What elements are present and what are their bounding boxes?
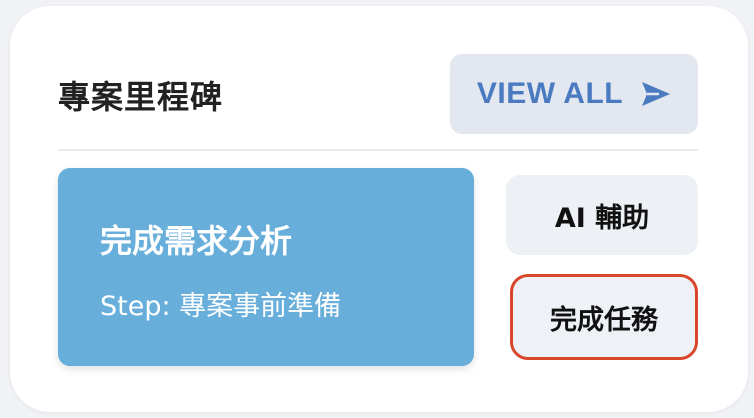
milestone-step: Step: 專案事前準備 xyxy=(100,291,342,322)
milestones-card: 專案里程碑 VIEW ALL 完成需求分析 Step: 專案事前準備 AI 輔助… xyxy=(10,6,748,412)
divider xyxy=(58,149,698,151)
ai-assist-button[interactable]: AI 輔助 xyxy=(506,175,698,255)
page-title: 專案里程碑 xyxy=(58,78,224,116)
complete-task-button[interactable]: 完成任務 xyxy=(510,274,698,360)
view-all-label: VIEW ALL xyxy=(476,77,624,110)
milestone-card[interactable]: 完成需求分析 Step: 專案事前準備 xyxy=(58,168,474,366)
send-icon xyxy=(642,82,671,106)
milestone-title: 完成需求分析 xyxy=(100,222,293,260)
view-all-button[interactable]: VIEW ALL xyxy=(450,54,698,134)
